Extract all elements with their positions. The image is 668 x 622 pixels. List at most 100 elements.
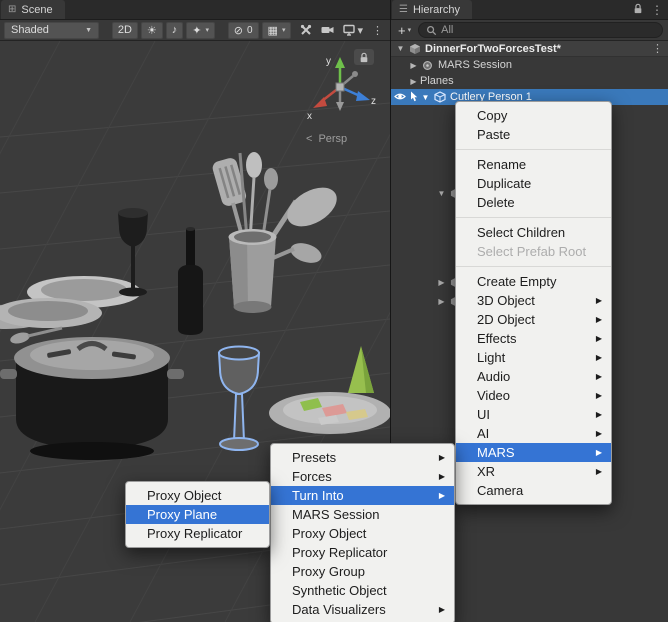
- tab-hierarchy[interactable]: ☰ Hierarchy: [392, 0, 472, 19]
- menu-item-label: UI: [477, 407, 490, 422]
- menu-item-label: Rename: [477, 157, 526, 172]
- 2d-toggle[interactable]: 2D: [112, 22, 138, 39]
- panel-lock-button[interactable]: [633, 3, 643, 17]
- audio-toggle[interactable]: ♪: [166, 22, 184, 39]
- menu-item-label: Proxy Object: [147, 488, 221, 503]
- menu-item-video[interactable]: Video▶: [456, 386, 611, 405]
- menu-item-label: Forces: [292, 469, 332, 484]
- menu-item-label: Camera: [477, 483, 523, 498]
- menu-item-forces[interactable]: Forces▶: [271, 467, 454, 486]
- mars-session-icon: [420, 59, 435, 72]
- tab-scene[interactable]: ⊞ Scene: [1, 0, 65, 19]
- menu-item-delete[interactable]: Delete: [456, 193, 611, 212]
- submenu-arrow-icon: ▶: [596, 291, 602, 310]
- component-tools-icon[interactable]: [297, 22, 315, 39]
- kebab-icon: ⋮: [372, 24, 383, 37]
- hierarchy-search-input[interactable]: All: [418, 22, 663, 38]
- menu-item-paste[interactable]: Paste: [456, 125, 611, 144]
- menu-item-audio[interactable]: Audio▶: [456, 367, 611, 386]
- gizmo-lock-button[interactable]: [354, 49, 374, 65]
- menu-item-mars-session[interactable]: MARS Session: [271, 505, 454, 524]
- z-axis-label: z: [371, 96, 376, 107]
- foldout-open-icon[interactable]: ▼: [435, 189, 448, 198]
- grid-icon: ▦: [268, 24, 278, 37]
- hierarchy-tabbar: ☰ Hierarchy ⋮: [391, 0, 668, 20]
- tab-scene-label: Scene: [21, 4, 52, 16]
- menu-item-2d-object[interactable]: 2D Object▶: [456, 310, 611, 329]
- menu-item-turninto-proxy-object[interactable]: Proxy Object: [126, 486, 269, 505]
- scene-toolbar: Shaded ▼ 2D ☀ ♪ ✦ ▾ ⊘ 0 ▦: [0, 20, 390, 41]
- tree-row-mars-session[interactable]: ▶ MARS Session: [391, 57, 668, 73]
- menu-item-proxy-group[interactable]: Proxy Group: [271, 562, 454, 581]
- menu-item-turn-into[interactable]: Turn Into▶: [271, 486, 454, 505]
- kebab-icon[interactable]: ⋮: [652, 42, 663, 55]
- menu-item-3d-object[interactable]: 3D Object ▶: [456, 291, 611, 310]
- camera-icon: [321, 24, 334, 36]
- camera-button[interactable]: [318, 22, 337, 39]
- create-object-button[interactable]: + ▾: [396, 23, 413, 38]
- menu-item-data-visualizers[interactable]: Data Visualizers▶: [271, 600, 454, 619]
- shading-mode-dropdown[interactable]: Shaded ▼: [4, 22, 99, 39]
- menu-item-label: Create Empty: [477, 274, 556, 289]
- foldout-closed-icon[interactable]: ▶: [407, 77, 420, 86]
- submenu-arrow-icon: ▶: [596, 424, 602, 443]
- menu-item-rename[interactable]: Rename: [456, 155, 611, 174]
- menu-item-duplicate[interactable]: Duplicate: [456, 174, 611, 193]
- menu-item-label: Select Children: [477, 225, 565, 240]
- menu-item-xr[interactable]: XR▶: [456, 462, 611, 481]
- panel-kebab-menu[interactable]: ⋮: [651, 3, 663, 17]
- foldout-open-icon[interactable]: ▼: [394, 44, 407, 53]
- menu-item-label: 3D Object: [477, 293, 535, 308]
- visibility-eye-icon[interactable]: [394, 91, 406, 105]
- tools-icon: [300, 24, 312, 36]
- grid-visibility-dropdown[interactable]: ▦ ▾: [262, 22, 292, 39]
- menu-separator: [456, 149, 611, 150]
- menu-item-label: XR: [477, 464, 495, 479]
- menu-item-label: Light: [477, 350, 505, 365]
- menu-item-label: AI: [477, 426, 489, 441]
- menu-item-light[interactable]: Light▶: [456, 348, 611, 367]
- menu-item-turninto-proxy-replicator[interactable]: Proxy Replicator: [126, 524, 269, 543]
- menu-item-ai[interactable]: AI ▶: [456, 424, 611, 443]
- lock-icon: [359, 52, 369, 63]
- foldout-closed-icon[interactable]: ▶: [407, 61, 420, 70]
- menu-item-label: Proxy Replicator: [147, 526, 242, 541]
- menu-item-turninto-proxy-plane[interactable]: Proxy Plane: [126, 505, 269, 524]
- menu-item-synthetic-object[interactable]: Synthetic Object: [271, 581, 454, 600]
- effects-dropdown[interactable]: ✦ ▾: [186, 22, 215, 39]
- 2d-toggle-label: 2D: [118, 24, 132, 36]
- unity-scene-icon: [407, 42, 422, 55]
- submenu-arrow-icon: ▶: [439, 600, 445, 619]
- menu-item-select-children[interactable]: Select Children: [456, 223, 611, 242]
- foldout-closed-icon[interactable]: ▶: [435, 297, 448, 306]
- tree-row-planes[interactable]: ▶ Planes: [391, 73, 668, 89]
- scene-name: DinnerForTwoForcesTest*: [425, 43, 561, 55]
- menu-item-label: Synthetic Object: [292, 583, 387, 598]
- hierarchy-toolbar: + ▾ All: [391, 20, 668, 41]
- submenu-arrow-icon: ▶: [596, 443, 602, 462]
- menu-item-label: Presets: [292, 450, 336, 465]
- scene-visibility-toggle[interactable]: ⊘ 0: [228, 22, 259, 39]
- menu-item-label: Audio: [477, 369, 510, 384]
- menu-item-proxy-replicator[interactable]: Proxy Replicator: [271, 543, 454, 562]
- menu-item-presets[interactable]: Presets▶: [271, 448, 454, 467]
- lighting-toggle[interactable]: ☀: [141, 22, 163, 39]
- menu-item-mars[interactable]: MARS ▶: [456, 443, 611, 462]
- menu-item-copy[interactable]: Copy: [456, 106, 611, 125]
- foldout-closed-icon[interactable]: ▶: [435, 278, 448, 287]
- display-dropdown[interactable]: ▾: [340, 22, 366, 39]
- search-icon: [426, 25, 437, 36]
- scene-header-row[interactable]: ▼ DinnerForTwoForcesTest* ⋮: [391, 41, 668, 57]
- foldout-open-icon[interactable]: ▼: [419, 93, 432, 102]
- menu-item-camera[interactable]: Camera: [456, 481, 611, 500]
- list-tab-icon: ☰: [399, 4, 408, 15]
- pickability-cursor-icon[interactable]: [409, 91, 419, 105]
- menu-item-create-empty[interactable]: Create Empty: [456, 272, 611, 291]
- menu-item-label: MARS: [477, 445, 515, 460]
- menu-item-proxy-object[interactable]: Proxy Object: [271, 524, 454, 543]
- menu-item-ui[interactable]: UI▶: [456, 405, 611, 424]
- menu-item-effects[interactable]: Effects▶: [456, 329, 611, 348]
- perspective-toggle[interactable]: < Persp: [306, 133, 347, 145]
- z-axis-cone: [356, 91, 370, 101]
- scene-kebab-menu[interactable]: ⋮: [369, 22, 386, 39]
